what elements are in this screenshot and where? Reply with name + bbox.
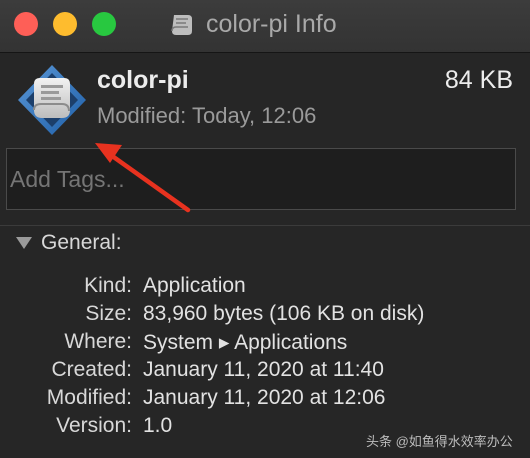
- info-row-size: Size: 83,960 bytes (106 KB on disk): [0, 302, 530, 330]
- info-label: Where:: [64, 330, 132, 353]
- info-value: System ▸ Applications: [143, 331, 348, 354]
- zoom-button[interactable]: [92, 12, 116, 36]
- watermark: 头条 @如鱼得水效率办公: [366, 434, 513, 449]
- info-row-created: Created: January 11, 2020 at 11:40: [0, 358, 530, 386]
- script-app-icon: [18, 65, 86, 135]
- modified-summary: Modified: Today, 12:06: [97, 103, 317, 128]
- info-row-where: Where: System ▸ Applications: [0, 330, 530, 358]
- info-label: Kind:: [84, 274, 132, 297]
- info-value: January 11, 2020 at 11:40: [143, 358, 384, 381]
- info-label: Size:: [85, 302, 132, 325]
- title-bar: color-pi Info: [0, 0, 530, 53]
- minimize-button[interactable]: [53, 12, 77, 36]
- info-value: January 11, 2020 at 12:06: [143, 386, 386, 409]
- close-button[interactable]: [14, 12, 38, 36]
- info-label: Created:: [51, 358, 132, 381]
- tags-input[interactable]: [6, 148, 516, 210]
- divider: [0, 225, 530, 226]
- window-title: color-pi Info: [206, 10, 337, 38]
- app-name: color-pi: [97, 66, 189, 94]
- info-label: Modified:: [46, 386, 132, 409]
- script-app-icon: [171, 15, 192, 35]
- info-row-kind: Kind: Application: [0, 274, 530, 302]
- info-value: Application: [143, 274, 246, 297]
- info-value: 83,960 bytes (106 KB on disk): [143, 302, 425, 325]
- general-section-title: General:: [41, 231, 122, 254]
- app-size: 84 KB: [444, 66, 513, 94]
- disclosure-triangle-icon[interactable]: [16, 237, 32, 249]
- info-row-modified: Modified: January 11, 2020 at 12:06: [0, 386, 530, 414]
- info-value: 1.0: [143, 414, 173, 437]
- info-label: Version:: [56, 414, 132, 437]
